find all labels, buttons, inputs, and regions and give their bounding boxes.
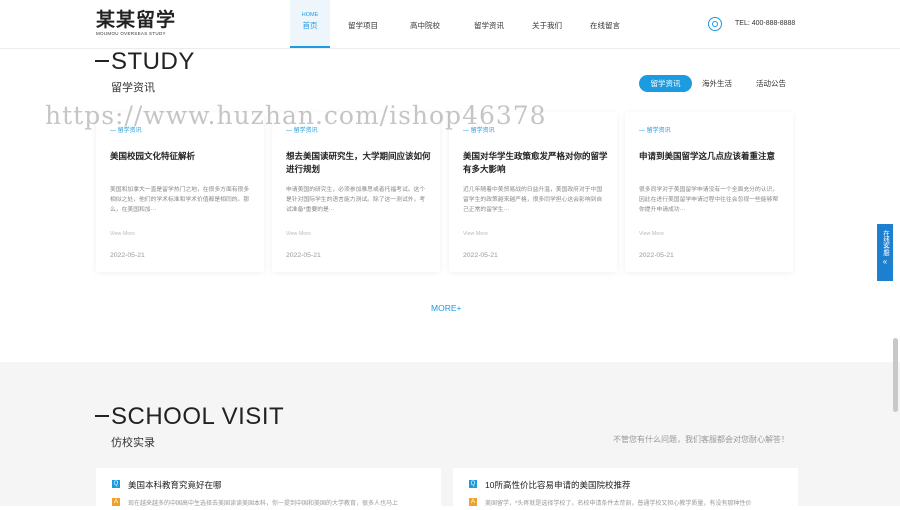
visit-title: SCHOOL VISIT [95,403,284,431]
nav-item-high-schools[interactable]: 高中院校 [400,0,450,48]
header-tel: TEL: 400-888-8888 [735,20,796,27]
card-view-more[interactable]: View More [110,231,135,237]
nav-message-label: 在线留言 [590,21,620,30]
more-link[interactable]: MORE+ [431,303,461,313]
search-icon[interactable] [708,17,722,31]
question-icon: Q [469,480,477,488]
answer-icon: A [469,498,477,506]
card-title[interactable]: 想去美国读研究生，大学期间应该如何进行规划 [286,150,431,176]
answer-icon: A [112,498,120,506]
visit-title-text: SCHOOL VISIT [111,403,285,430]
card-title[interactable]: 美国校园文化特征解析 [110,150,255,163]
visit-subtitle: 仿校实录 [111,437,155,449]
card-desc: 美国和加拿大一直是留学热门之地，在很多方面有很多相似之处，他们的学术标准和学术价… [110,187,250,213]
title-dash [95,414,109,417]
online-service-label: 在线客服 [881,230,889,256]
nav-item-about[interactable]: 关于我们 [522,0,572,48]
double-chevron-left-icon: « [882,257,888,266]
card-desc: 近几年随着中美贸易战的日益升温，美国政府对于中国留学生的政策越来越严格，很多同学… [463,187,603,213]
nav-item-news[interactable]: 留学资讯 [464,0,514,48]
news-card[interactable]: — 留学资讯 美国对华学生政策愈发严格对你的留学有多大影响 近几年随着中美贸易战… [449,112,617,272]
news-card[interactable]: — 留学资讯 美国校园文化特征解析 美国和加拿大一直是留学热门之地，在很多方面有… [96,112,264,272]
nav-item-message[interactable]: 在线留言 [580,0,630,48]
title-dash [95,59,109,62]
nav-news-label: 留学资讯 [474,21,504,30]
logo-subtitle: MOUMOU OVERSEAS STUDY [96,31,166,36]
logo-title: 某某留学 [96,9,177,31]
card-view-more[interactable]: View More [463,231,488,237]
nav-item-programs[interactable]: 留学项目 [338,0,388,48]
logo[interactable]: 某某留学 MOUMOU OVERSEAS STUDY [96,10,176,36]
visit-note: 不管您有什么问题，我们客服都会对您耐心解答！ [613,435,789,444]
news-card[interactable]: — 留学资讯 申请到美国留学这几点应该着重注意 很多同学对于美国留学申请没有一个… [625,112,793,272]
study-title-text: STUDY [111,48,195,75]
study-subtitle: 留学资讯 [111,82,155,94]
qa-card[interactable]: Q 10所高性价比容易申请的美国院校推荐 A 美国留学，*头疼就是选择学校了，名… [453,468,798,510]
watermark-text: https://www.huzhan.com/ishop46378 [45,101,547,130]
online-service-button[interactable]: 在线客服 « [877,224,893,281]
card-date: 2022-05-21 [639,252,674,259]
card-date: 2022-05-21 [110,252,145,259]
card-desc: 很多同学对于美国留学申请没有一个全面充分的认识，因此在进行美国留学申请过程中往往… [639,187,779,213]
card-category: — 留学资讯 [639,128,671,134]
card-date: 2022-05-21 [286,252,321,259]
nav-high-schools-label: 高中院校 [410,21,440,30]
nav-home-label: 首页 [302,21,318,30]
nav-programs-label: 留学项目 [348,21,378,30]
nav-home-en: HOME [301,12,319,18]
card-title[interactable]: 美国对华学生政策愈发严格对你的留学有多大影响 [463,150,608,176]
page-scrollbar[interactable] [893,338,898,412]
qa-question[interactable]: 美国本科教育究竟好在哪 [128,479,222,491]
nav-item-home[interactable]: HOME 首页 [290,0,330,48]
site-header: 某某留学 MOUMOU OVERSEAS STUDY HOME 首页 留学项目 … [0,0,900,49]
study-title: STUDY [95,48,195,76]
news-card[interactable]: — 留学资讯 想去美国读研究生，大学期间应该如何进行规划 申请美国的研究生，必须… [272,112,440,272]
card-view-more[interactable]: View More [286,231,311,237]
tab-study-news[interactable]: 留学资讯 [639,75,692,92]
card-desc: 申请美国的研究生，必须参加雅思或者托福考试。这个是针对国际学生的语言能力测试。除… [286,187,426,213]
tab-events[interactable]: 活动公告 [751,75,791,92]
tab-overseas-life[interactable]: 海外生活 [697,75,737,92]
card-date: 2022-05-21 [463,252,498,259]
card-title[interactable]: 申请到美国留学这几点应该着重注意 [639,150,784,163]
qa-question[interactable]: 10所高性价比容易申请的美国院校推荐 [485,479,630,491]
nav-about-label: 关于我们 [532,21,562,30]
card-view-more[interactable]: View More [639,231,664,237]
qa-card[interactable]: Q 美国本科教育究竟好在哪 A 现在越来越多的中国高中生选择去美国读读美国本科，… [96,468,441,510]
question-icon: Q [112,480,120,488]
